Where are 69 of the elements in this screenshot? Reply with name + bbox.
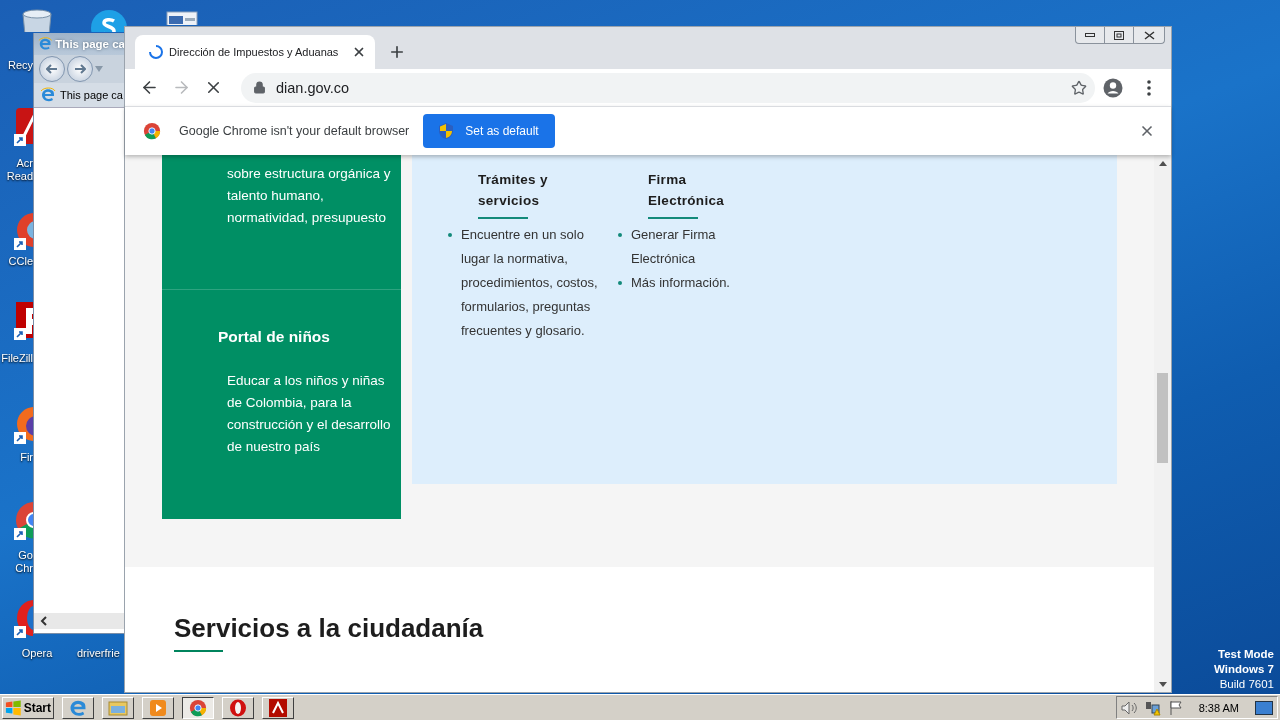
- tab-title: Dirección de Impuestos y Aduanas: [169, 46, 340, 58]
- os-build-text: Build 7601: [1219, 677, 1274, 692]
- star-icon[interactable]: [1071, 79, 1087, 96]
- forward-button[interactable]: [67, 56, 93, 82]
- app-icon: [108, 698, 128, 717]
- bullet-icon: [448, 233, 452, 237]
- windows-logo-icon: [5, 699, 22, 716]
- os-build-text: Windows 7: [1214, 662, 1274, 677]
- card-description: sobre estructura orgánica y talento humano, normatividad, presupuesto: [227, 165, 392, 227]
- plus-icon: [388, 43, 406, 61]
- lock-icon: [253, 81, 266, 94]
- close-icon: [1143, 30, 1155, 40]
- bullet-icon: [618, 233, 622, 237]
- menu-icon: [1147, 79, 1151, 96]
- list-item[interactable]: Encuentre en un solo lugar la normativa, procedimientos, costos, formularios, preguntas frecuentes y glosario.: [461, 223, 598, 343]
- section-title: Servicios a la ciudadanía: [174, 612, 485, 645]
- list-item[interactable]: Más información.: [631, 271, 730, 295]
- icon-label: CCle: [7, 255, 33, 268]
- speaker-icon[interactable]: [1120, 700, 1137, 715]
- show-desktop-icon[interactable]: [1255, 700, 1273, 715]
- browser-logo-icon: [38, 36, 53, 52]
- close-icon[interactable]: [1139, 123, 1155, 139]
- scrollbar[interactable]: [1154, 155, 1171, 692]
- arrow-left-icon: [46, 64, 58, 74]
- chevron-left-icon[interactable]: [40, 616, 48, 626]
- infobar-message: Google Chrome isn't your default browser: [179, 124, 410, 138]
- close-icon[interactable]: [352, 45, 366, 59]
- minimize-icon: [1085, 32, 1095, 38]
- network-icon[interactable]: [1144, 699, 1161, 716]
- page-icon: [40, 87, 56, 103]
- app-icon: [268, 697, 288, 718]
- app-icon: [149, 698, 167, 717]
- scrollbar-thumb[interactable]: [1157, 373, 1168, 463]
- shortcut-icon[interactable]: [14, 106, 33, 146]
- shortcut-icon[interactable]: [14, 300, 33, 340]
- icon-label: Recy: [6, 59, 33, 72]
- icon-label: Opera: [20, 647, 54, 660]
- scrollbar[interactable]: [34, 613, 125, 629]
- app-icon: [229, 698, 247, 717]
- os-build-text: Test Mode: [1218, 647, 1274, 662]
- icon-label: Fir: [19, 451, 33, 464]
- window-title: This page ca: [55, 38, 125, 50]
- icon-label: driverfrie: [77, 647, 121, 660]
- restore-icon: [1114, 30, 1124, 40]
- arrow-right-icon: [74, 64, 86, 74]
- card-description: Educar a los niños y niñas de Colombia, para la construcción y el desarrollo de nuestro país: [227, 372, 392, 456]
- set-default-button[interactable]: Set as default: [423, 114, 555, 148]
- scroll-up-icon[interactable]: [1158, 160, 1167, 166]
- clock[interactable]: 8:38 AM: [1198, 701, 1239, 714]
- flag-icon[interactable]: [1168, 699, 1183, 716]
- icon-label: Go Chr: [14, 549, 33, 575]
- address-bar[interactable]: dian.gov.co: [241, 72, 1095, 103]
- icon-label: Acr Read: [5, 157, 33, 183]
- column-heading[interactable]: Firma Electrónica: [648, 169, 788, 211]
- browser-tab[interactable]: Dirección de Impuestos y Aduanas: [135, 35, 375, 69]
- list-item[interactable]: Generar Firma Electrónica: [631, 223, 716, 271]
- icon-label: FileZill: [0, 352, 33, 365]
- app-icon: [189, 698, 207, 717]
- card-title[interactable]: Portal de niños: [218, 327, 401, 347]
- column-heading[interactable]: Trámites y servicios: [478, 169, 618, 211]
- url-text: dian.gov.co: [276, 79, 351, 96]
- bullet-icon: [618, 281, 622, 285]
- scroll-down-icon[interactable]: [1158, 681, 1167, 687]
- profile-icon[interactable]: [1103, 77, 1123, 98]
- taskbar-button[interactable]: [182, 696, 214, 719]
- chrome-logo-icon: [143, 122, 161, 140]
- back-button[interactable]: [39, 56, 65, 82]
- start-button[interactable]: Start: [2, 696, 54, 719]
- shield-icon: [439, 123, 454, 139]
